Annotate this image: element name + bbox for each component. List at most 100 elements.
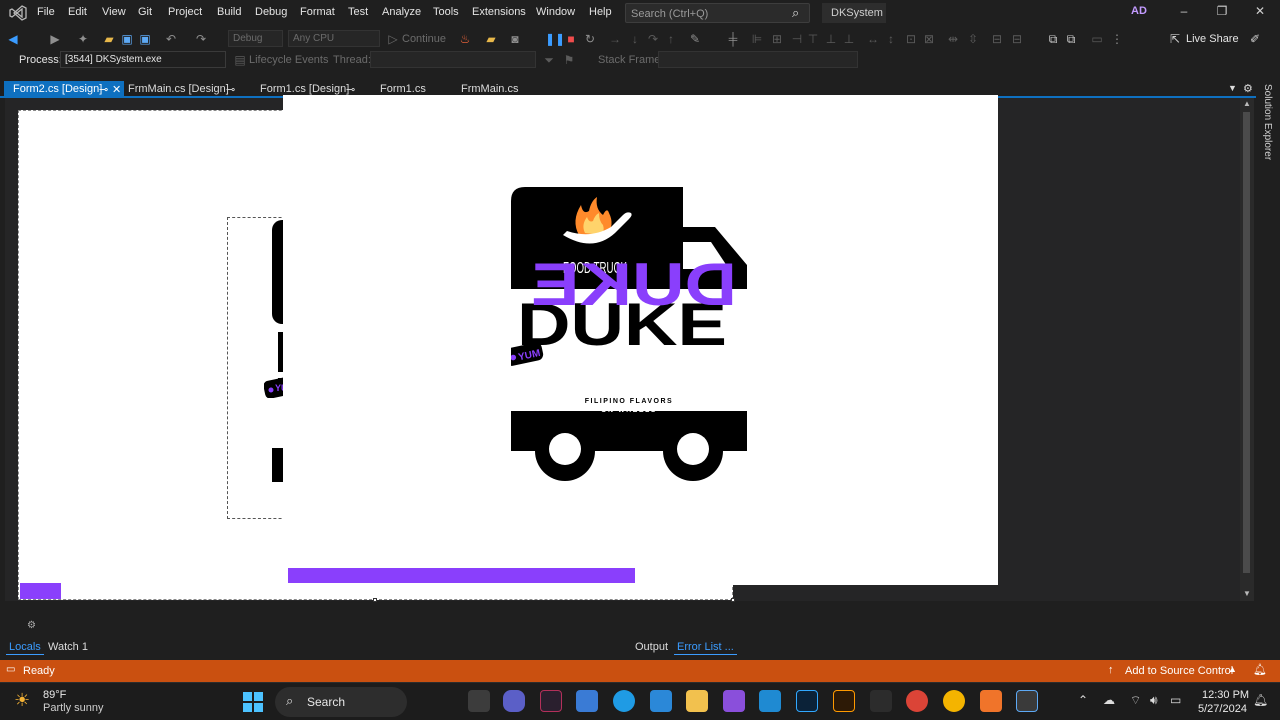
teams-chat-icon[interactable] — [503, 690, 525, 712]
weather-temperature[interactable]: 89°F — [43, 689, 66, 701]
menu-git[interactable]: Git — [138, 6, 152, 18]
illustrator-icon[interactable] — [833, 690, 855, 712]
stop-icon[interactable]: ■ — [564, 32, 578, 46]
tab-output[interactable]: Output — [632, 640, 671, 654]
navigate-forward-icon[interactable]: ▶ — [48, 32, 62, 46]
menu-test[interactable]: Test — [348, 6, 368, 18]
file-explorer-icon[interactable] — [686, 690, 708, 712]
edge-browser-icon[interactable] — [613, 690, 635, 712]
bring-to-front-icon[interactable]: ⧉ — [1046, 32, 1060, 46]
toolbar-overflow-icon[interactable]: ⋮ — [1110, 32, 1124, 46]
menu-help[interactable]: Help — [589, 6, 612, 18]
photoshop-icon[interactable] — [796, 690, 818, 712]
align-centers-icon[interactable]: ⊞ — [770, 32, 784, 46]
vs-code-icon[interactable] — [759, 690, 781, 712]
minimize-icon[interactable]: – — [1174, 4, 1194, 22]
live-share-icon[interactable]: ⇱ — [1168, 32, 1182, 46]
show-next-statement-icon[interactable]: → — [608, 32, 622, 46]
close-window-icon[interactable]: ✕ — [1250, 4, 1270, 22]
tab-error-list[interactable]: Error List ... — [674, 640, 737, 655]
continue-icon[interactable]: ▷ — [386, 32, 400, 46]
align-lefts-icon[interactable]: ⊫ — [750, 32, 764, 46]
solution-explorer-tab[interactable]: Solution Explorer — [1262, 84, 1273, 160]
tray-overflow-chevron-icon[interactable]: ⌃ — [1078, 693, 1088, 707]
menu-project[interactable]: Project — [168, 6, 202, 18]
hex-display-icon[interactable]: ✎ — [688, 32, 702, 46]
make-same-width-icon[interactable]: ↔ — [866, 32, 880, 46]
menu-edit[interactable]: Edit — [68, 6, 87, 18]
notification-center-icon[interactable]: 🔔︎ — [1253, 693, 1268, 707]
menu-extensions[interactable]: Extensions — [472, 6, 526, 18]
taskbar-search-box[interactable]: ⌕ Search — [275, 687, 407, 717]
align-middles-icon[interactable]: ⊥ — [824, 32, 838, 46]
volume-icon[interactable]: 🔊︎ — [1150, 693, 1158, 708]
active-app-icon[interactable] — [1016, 690, 1038, 712]
step-over-icon[interactable]: ↷ — [646, 32, 660, 46]
send-to-back-icon[interactable]: ⧉ — [1064, 32, 1078, 46]
mail-icon[interactable] — [650, 690, 672, 712]
menu-format[interactable]: Format — [300, 6, 335, 18]
menu-window[interactable]: Window — [536, 6, 575, 18]
source-control-chevron-icon[interactable]: ▲ — [1228, 664, 1237, 674]
menu-debug[interactable]: Debug — [255, 6, 287, 18]
figma-icon[interactable] — [870, 690, 892, 712]
pause-icon[interactable]: ❚❚ — [545, 32, 565, 46]
menu-view[interactable]: View — [102, 6, 126, 18]
weather-description[interactable]: Partly sunny — [43, 702, 104, 714]
add-to-source-control-button[interactable]: Add to Source Control — [1125, 665, 1233, 677]
screenshot-icon[interactable]: ◙ — [508, 32, 522, 46]
clock-time[interactable]: 12:30 PM — [1202, 689, 1249, 701]
make-same-size-icon[interactable]: ⊠ — [922, 32, 936, 46]
make-same-height-icon[interactable]: ↕ — [884, 32, 898, 46]
wifi-icon[interactable]: ⌔ — [1130, 693, 1141, 708]
stack-frame-dropdown[interactable] — [658, 51, 858, 68]
continue-button[interactable]: Continue — [402, 33, 446, 45]
hot-reload-icon[interactable]: ♨ — [458, 32, 472, 46]
battery-icon[interactable]: ▭ — [1170, 693, 1181, 707]
thread-dropdown[interactable] — [370, 51, 536, 68]
menu-file[interactable]: File — [37, 6, 55, 18]
align-bottoms-icon[interactable]: ⊥ — [842, 32, 856, 46]
solution-name-badge[interactable]: DKSystem — [822, 3, 886, 23]
live-share-button[interactable]: Live Share — [1186, 33, 1239, 45]
redo-icon[interactable]: ↷ — [194, 32, 208, 46]
open-folder-icon[interactable]: ▰ — [102, 32, 116, 46]
xampp-icon[interactable] — [980, 690, 1002, 712]
clock-date[interactable]: 5/27/2024 — [1198, 703, 1247, 715]
size-to-grid-icon[interactable]: ⊡ — [904, 32, 918, 46]
restore-icon[interactable]: ❐ — [1212, 4, 1232, 22]
configuration-dropdown[interactable]: Debug — [228, 30, 283, 47]
microsoft-store-icon[interactable] — [576, 690, 598, 712]
center-vertically-icon[interactable]: ⊟ — [1010, 32, 1024, 46]
app-icon[interactable] — [540, 690, 562, 712]
center-horizontally-icon[interactable]: ⊟ — [990, 32, 1004, 46]
scroll-down-icon[interactable]: ▼ — [1243, 589, 1251, 598]
step-into-icon[interactable]: ↓ — [628, 32, 642, 46]
accent-strip-small[interactable] — [20, 583, 61, 599]
align-rights-icon[interactable]: ⊣ — [790, 32, 804, 46]
menu-analyze[interactable]: Analyze — [382, 6, 421, 18]
chrome-profile-icon[interactable] — [943, 690, 965, 712]
new-project-icon[interactable]: ✦ — [76, 32, 90, 46]
windows-start-icon[interactable] — [243, 692, 263, 712]
align-tops-icon[interactable]: ⊤ — [806, 32, 820, 46]
scroll-up-icon[interactable]: ▲ — [1243, 99, 1251, 108]
tab-frmmain-design[interactable]: FrmMain.cs [Design] ⊸ — [119, 81, 243, 97]
panel-splitter[interactable]: ⚙ — [0, 620, 1280, 636]
platform-dropdown[interactable]: Any CPU — [288, 30, 380, 47]
accent-bar[interactable] — [288, 568, 635, 583]
tab-list-dropdown-icon[interactable]: ▼ — [1228, 83, 1237, 93]
process-dropdown[interactable]: [3544] DKSystem.exe — [60, 51, 226, 68]
align-grid-icon[interactable]: ╪ — [726, 32, 740, 46]
restart-icon[interactable]: ↻ — [583, 32, 597, 46]
filter-icon[interactable]: ⏷ — [542, 53, 556, 67]
designer-vertical-scrollbar[interactable]: ▲ ▼ — [1240, 98, 1254, 601]
folder-icon[interactable]: ▰ — [484, 32, 498, 46]
designer-horizontal-scrollbar[interactable] — [5, 602, 1240, 616]
flag-thread-icon[interactable]: ⚑ — [562, 53, 576, 67]
tab-settings-gear-icon[interactable]: ⚙ — [1243, 82, 1253, 95]
scroll-thumb[interactable] — [1243, 112, 1250, 573]
notifications-bell-icon[interactable]: 🔔︎ — [1253, 663, 1267, 676]
tab-watch-1[interactable]: Watch 1 — [45, 640, 91, 654]
save-icon[interactable]: ▣ — [120, 32, 134, 46]
